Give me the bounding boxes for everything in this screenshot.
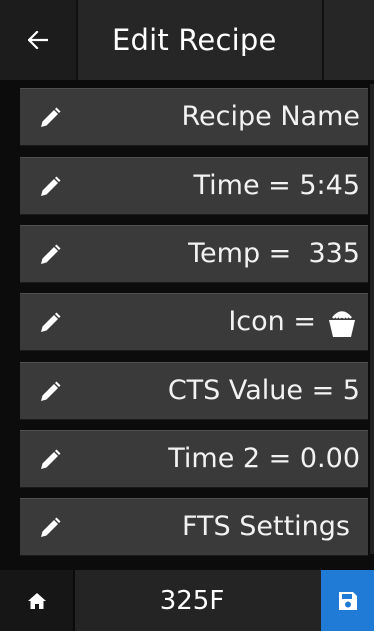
fries-basket-icon <box>329 311 355 337</box>
current-temperature: 325F <box>75 570 321 631</box>
page-title: Edit Recipe <box>78 0 324 80</box>
temp-label: Temp = 335 <box>188 238 360 269</box>
pencil-icon <box>41 449 61 469</box>
recipe-settings-list: Recipe Name Time = 5:45 Temp = 335 Icon … <box>0 80 374 570</box>
cts-value-label: CTS Value = 5 <box>167 375 360 406</box>
scrollbar[interactable] <box>370 84 374 554</box>
icon-row[interactable]: Icon = <box>20 293 368 351</box>
header-bar: Edit Recipe <box>0 0 374 80</box>
recipe-name-label: Recipe Name <box>181 101 361 132</box>
save-button[interactable] <box>321 570 374 631</box>
fts-settings-row[interactable]: FTS Settings <box>20 498 368 556</box>
pencil-icon <box>41 176 61 196</box>
footer-bar: 325F <box>0 570 374 631</box>
pencil-icon <box>41 107 61 127</box>
icon-label: Icon = <box>228 306 316 337</box>
home-icon <box>27 592 46 609</box>
time-row[interactable]: Time = 5:45 <box>20 157 368 215</box>
temp-row[interactable]: Temp = 335 <box>20 225 368 283</box>
floppy-disk-icon <box>338 591 357 610</box>
pencil-icon <box>41 312 61 332</box>
back-button[interactable] <box>0 0 78 80</box>
arrow-left-icon <box>28 31 48 49</box>
recipe-name-row[interactable]: Recipe Name <box>20 88 368 146</box>
home-button[interactable] <box>0 570 75 631</box>
cts-value-row[interactable]: CTS Value = 5 <box>20 362 368 420</box>
fts-settings-label: FTS Settings <box>181 511 350 542</box>
icon-label-group: Icon = <box>228 294 360 350</box>
pencil-icon <box>41 517 61 537</box>
pencil-icon <box>41 244 61 264</box>
time-label: Time = 5:45 <box>193 170 361 201</box>
pencil-icon <box>41 381 61 401</box>
header-spacer <box>324 0 374 80</box>
time-2-label: Time 2 = 0.00 <box>168 443 360 474</box>
time-2-row[interactable]: Time 2 = 0.00 <box>20 430 368 488</box>
